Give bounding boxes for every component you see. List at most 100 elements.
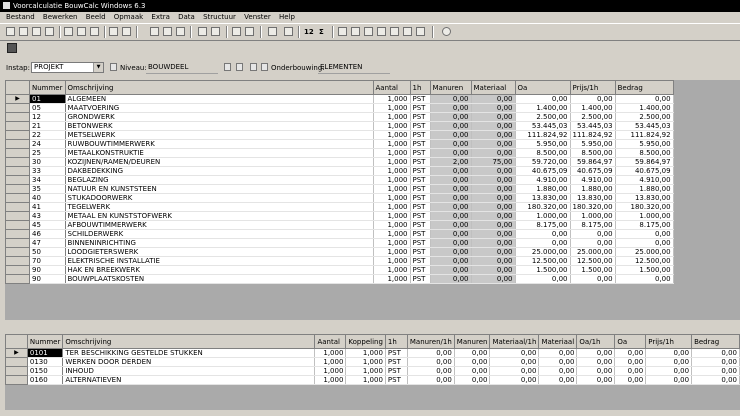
table-cell[interactable]: 2.500,00 [615, 112, 674, 122]
table-cell[interactable]: 0,00 [645, 348, 693, 358]
table-cell[interactable]: 180.320,00 [570, 202, 616, 212]
sum-button[interactable]: Σ [319, 27, 324, 37]
table-cell[interactable]: PST [410, 112, 431, 122]
table-cell[interactable]: 0,00 [471, 112, 516, 122]
settings-icon[interactable] [245, 27, 254, 36]
table-cell[interactable]: 0,00 [471, 193, 516, 203]
table-cell[interactable]: 25.000,00 [515, 247, 571, 257]
table-cell[interactable]: 1,000 [373, 229, 411, 239]
table-cell[interactable]: 0,00 [454, 375, 491, 385]
table-cell[interactable]: 180.320,00 [515, 202, 571, 212]
table-row[interactable]: ▶ 0101 TER BESCHIKKING GESTELDE STUKKEN 1,0… [5, 348, 740, 358]
table-cell[interactable]: PST [385, 348, 408, 358]
column-header[interactable]: Prijs/1h [645, 334, 693, 349]
table-cell[interactable]: 0,00 [570, 94, 616, 104]
table-cell[interactable]: INHOUD [62, 366, 316, 376]
table-cell[interactable]: 8.175,00 [515, 220, 571, 230]
table-cell[interactable]: PST [410, 211, 431, 221]
menu-bewerken[interactable]: Bewerken [43, 12, 78, 23]
table-cell[interactable]: PST [385, 357, 408, 367]
table-cell[interactable]: 1,000 [373, 148, 411, 158]
level-up-icon[interactable] [224, 63, 231, 71]
table-cell[interactable]: ALGEMEEN [65, 94, 374, 104]
table-cell[interactable]: 41 [29, 202, 66, 212]
instap-dropdown[interactable]: PROJEKT ▼ [31, 62, 104, 73]
table-cell[interactable]: 1,000 [373, 220, 411, 230]
table-cell[interactable]: 8.500,00 [615, 148, 674, 158]
table-cell[interactable]: 8.175,00 [570, 220, 616, 230]
table-cell[interactable]: 1.880,00 [615, 184, 674, 194]
table-cell[interactable]: 8.500,00 [570, 148, 616, 158]
table-cell[interactable]: 5.950,00 [570, 139, 616, 149]
cut-icon[interactable] [150, 27, 159, 36]
table-cell[interactable]: 1,000 [373, 274, 411, 284]
table-cell[interactable]: 0,00 [489, 375, 540, 385]
table-cell[interactable]: METSELWERK [65, 130, 374, 140]
table-cell[interactable]: 0,00 [489, 348, 540, 358]
table-cell[interactable]: PST [410, 157, 431, 167]
table-cell[interactable]: 0,00 [471, 121, 516, 131]
table-cell[interactable]: 46 [29, 229, 66, 239]
table-row[interactable]: 70 ELEKTRISCHE INSTALLATIE 1,000 PST 0,00 0,0… [5, 256, 674, 266]
help-icon[interactable] [442, 27, 451, 36]
table-cell[interactable]: 21 [29, 121, 66, 131]
save-all-icon[interactable] [45, 27, 54, 36]
table-cell[interactable]: 0,00 [691, 375, 740, 385]
table-cell[interactable]: 53.445,03 [570, 121, 616, 131]
table-cell[interactable]: 90 [29, 265, 66, 275]
table-cell[interactable]: AFBOUWTIMMERWERK [65, 220, 374, 230]
table-cell[interactable]: PST [385, 366, 408, 376]
table-cell[interactable]: 59.864,97 [615, 157, 674, 167]
table-cell[interactable]: 111.824,92 [570, 130, 616, 140]
table-cell[interactable]: GRONDWERK [65, 112, 374, 122]
table-cell[interactable]: PST [410, 229, 431, 239]
table-cell[interactable]: 0,00 [430, 175, 472, 185]
table-cell[interactable]: 2,00 [430, 157, 472, 167]
new-file-icon[interactable] [6, 27, 15, 36]
table-cell[interactable]: LOODGIETERSWERK [65, 247, 374, 257]
table-cell[interactable]: 0,00 [407, 357, 455, 367]
column-header[interactable]: Oa [614, 334, 647, 349]
table-cell[interactable]: 1,000 [373, 238, 411, 248]
table-cell[interactable]: 0,00 [430, 121, 472, 131]
table-cell[interactable]: 25.000,00 [570, 247, 616, 257]
table-cell[interactable]: 180.320,00 [615, 202, 674, 212]
table-cell[interactable]: 1,000 [314, 357, 347, 367]
table-cell[interactable]: 1,000 [314, 375, 347, 385]
table-cell[interactable]: 1,000 [373, 94, 411, 104]
table-cell[interactable]: 1.500,00 [615, 265, 674, 275]
table-cell[interactable]: PST [410, 265, 431, 275]
table-row[interactable]: 47 BINNENINRICHTING 1,000 PST 0,00 0,00 0,00 0,… [5, 238, 674, 248]
column-header[interactable]: Bedrag [614, 80, 674, 95]
table-cell[interactable]: 1,000 [314, 366, 347, 376]
table-cell[interactable]: 0,00 [430, 103, 472, 113]
table-cell[interactable]: KOZIJNEN/RAMEN/DEUREN [65, 157, 374, 167]
row-indicator[interactable] [5, 274, 30, 284]
table-row[interactable]: 0160 ALTERNATIEVEN 1,000 1,000 PST 0,00 0,00 0,… [5, 375, 740, 385]
column-header[interactable]: 1h [409, 80, 431, 95]
table-cell[interactable]: 1.500,00 [515, 265, 571, 275]
link-icon[interactable] [232, 27, 241, 36]
table-cell[interactable]: 1.000,00 [515, 211, 571, 221]
table-cell[interactable]: 0,00 [407, 348, 455, 358]
table-cell[interactable]: 0,00 [576, 348, 616, 358]
row-indicator[interactable] [5, 202, 30, 212]
table-cell[interactable]: NATUUR EN KUNSTSTEEN [65, 184, 374, 194]
table-cell[interactable]: 30 [29, 157, 66, 167]
table-cell[interactable]: 2.500,00 [515, 112, 571, 122]
table-row[interactable]: 41 TEGELWERK 1,000 PST 0,00 0,00 180.320,00 180… [5, 202, 674, 212]
table-cell[interactable]: 0,00 [645, 357, 693, 367]
table-cell[interactable]: 0,00 [430, 220, 472, 230]
table-cell[interactable]: 0,00 [471, 229, 516, 239]
column-header[interactable]: Materiaal [538, 334, 578, 349]
table-row[interactable]: 30 KOZIJNEN/RAMEN/DEUREN 1,000 PST 2,00 75,00… [5, 157, 674, 167]
table-cell[interactable]: 1.400,00 [570, 103, 616, 113]
column-header[interactable]: Manuren [453, 334, 491, 349]
table-cell[interactable]: 0,00 [430, 193, 472, 203]
table-cell[interactable]: 0,00 [538, 357, 578, 367]
table-row[interactable]: 24 RUWBOUWTIMMERWERK 1,000 PST 0,00 0,00 5.950… [5, 139, 674, 149]
table-cell[interactable]: 01 [29, 94, 66, 104]
table-cell[interactable]: 0,00 [615, 94, 674, 104]
table-cell[interactable]: 0,00 [471, 139, 516, 149]
table-row[interactable]: 34 BEGLAZING 1,000 PST 0,00 0,00 4.910,00 4.910… [5, 175, 674, 185]
